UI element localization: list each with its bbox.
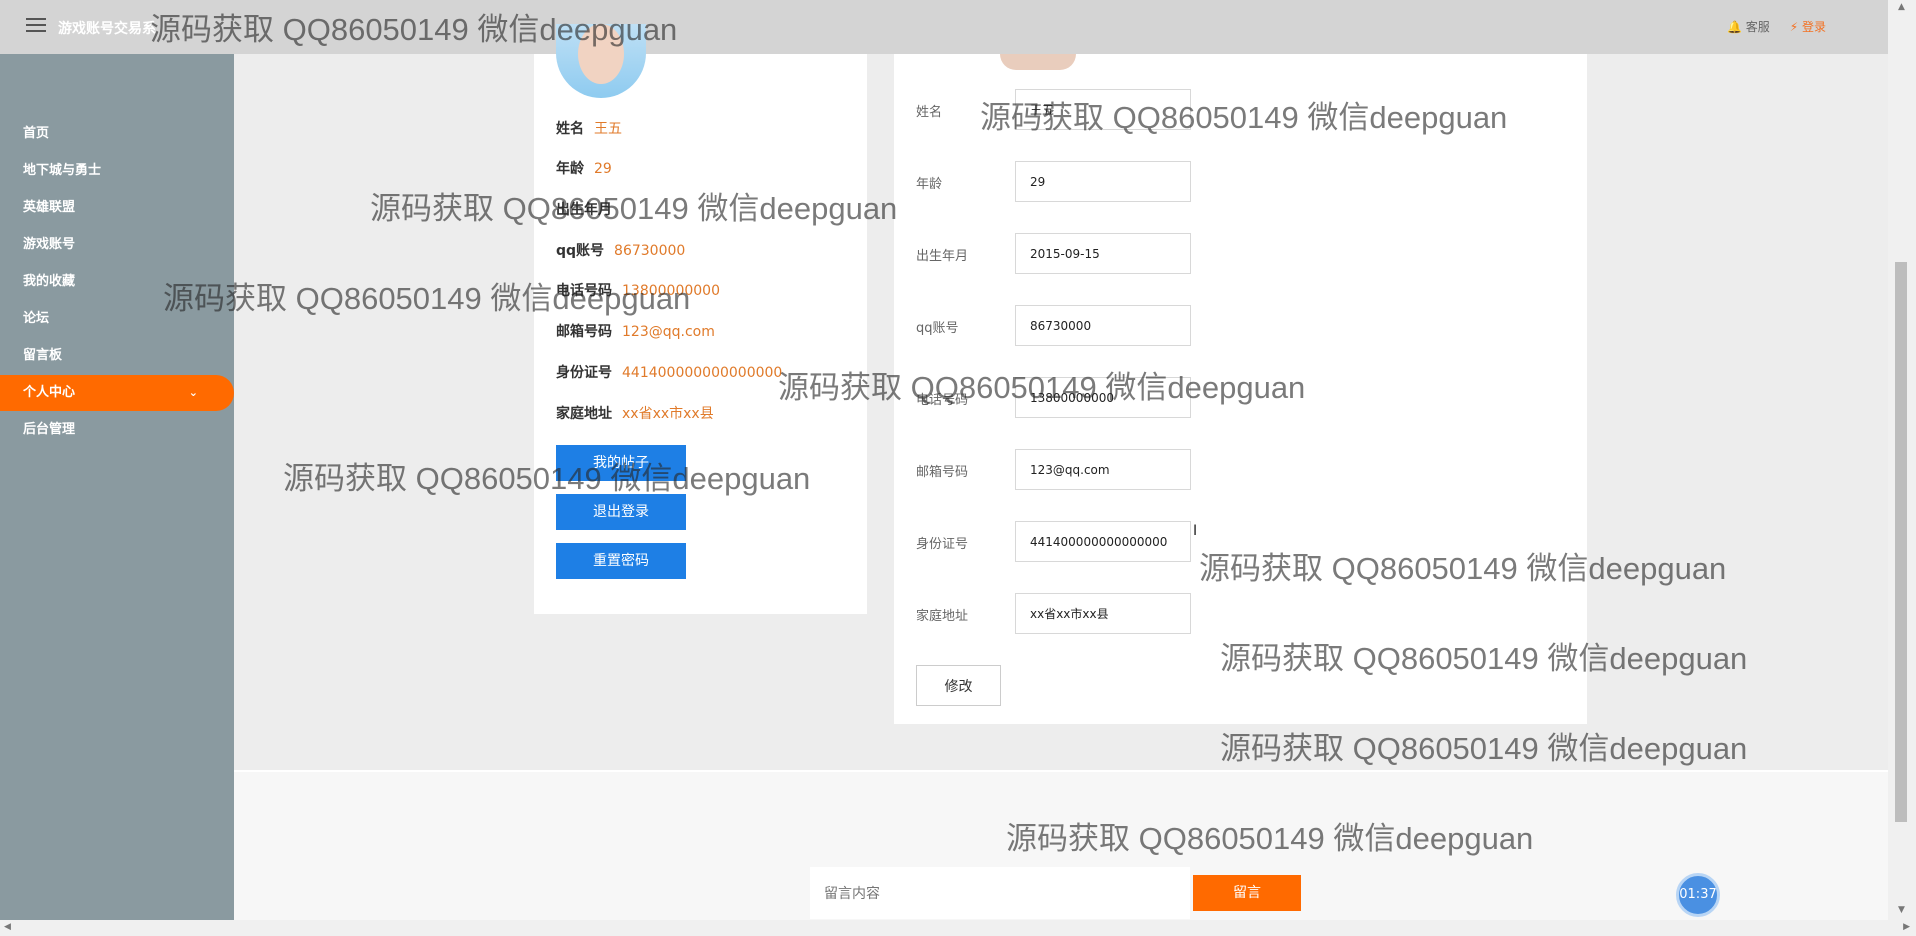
field-label: 邮箱号码 — [916, 465, 969, 480]
field-label: 身份证号 — [916, 537, 969, 552]
profile-row-name: 姓名 王五 — [556, 121, 622, 137]
top-header: 游戏账号交易系 🔔 客服 ⚡ 登录 — [0, 0, 1916, 54]
field-label: 年龄 — [916, 177, 943, 192]
name-field[interactable] — [1015, 89, 1191, 130]
avatar-edit — [1000, 54, 1076, 70]
modify-button[interactable]: 修改 — [916, 665, 1001, 706]
scroll-down-icon[interactable]: ▼ — [1898, 905, 1905, 915]
customer-service-link[interactable]: 🔔 客服 — [1727, 18, 1770, 35]
app-title: 游戏账号交易系 — [58, 21, 156, 37]
profile-row-address: 家庭地址 xx省xx市xx县 — [556, 406, 714, 422]
submit-message-button[interactable]: 留言 — [1193, 875, 1301, 911]
id-number-field[interactable] — [1015, 521, 1191, 562]
logout-button[interactable]: 退出登录 — [556, 494, 686, 530]
sidebar-item-forum[interactable]: 论坛 — [0, 301, 234, 337]
sidebar-item-label: 个人中心 — [23, 385, 76, 400]
birth-date-field[interactable] — [1015, 233, 1191, 274]
field-label: 电话号码 — [916, 393, 969, 408]
hamburger-menu-icon[interactable] — [26, 18, 46, 34]
scrollbar-thumb[interactable] — [1895, 262, 1907, 822]
watermark: 源码获取 QQ86050149 微信deepguan — [1220, 731, 1748, 766]
sidebar-item-dnf[interactable]: 地下城与勇士 — [0, 153, 234, 189]
horizontal-scrollbar[interactable]: ◀ ▶ — [0, 920, 1916, 936]
profile-row-birth: 出生年月 — [556, 202, 612, 218]
vertical-scrollbar[interactable]: ▲ ▼ — [1888, 0, 1916, 920]
sidebar-item-game-accounts[interactable]: 游戏账号 — [0, 227, 234, 263]
profile-row-phone: 电话号码 13800000000 — [556, 283, 720, 299]
field-label: 家庭地址 — [916, 609, 969, 624]
sidebar-item-message-board[interactable]: 留言板 — [0, 338, 234, 374]
address-field[interactable] — [1015, 593, 1191, 634]
age-field[interactable] — [1015, 161, 1191, 202]
scroll-up-icon[interactable]: ▲ — [1898, 2, 1905, 12]
sidebar-item-admin[interactable]: 后台管理 — [0, 412, 234, 448]
login-link[interactable]: ⚡ 登录 — [1790, 18, 1826, 35]
field-label: 出生年月 — [916, 249, 969, 264]
sidebar-item-home[interactable]: 首页 — [0, 116, 234, 152]
scroll-right-icon[interactable]: ▶ — [1903, 922, 1910, 932]
email-field[interactable] — [1015, 449, 1191, 490]
sidebar-item-lol[interactable]: 英雄联盟 — [0, 190, 234, 226]
profile-row-id: 身份证号 441400000000000000 — [556, 365, 783, 381]
profile-row-age: 年龄 29 — [556, 161, 612, 177]
my-posts-button[interactable]: 我的帖子 — [556, 445, 686, 481]
qq-field[interactable] — [1015, 305, 1191, 346]
sidebar-item-favorites[interactable]: 我的收藏 — [0, 264, 234, 300]
chevron-down-icon: ⌄ — [188, 386, 198, 399]
field-label: qq账号 — [916, 321, 959, 336]
profile-row-email: 邮箱号码 123@qq.com — [556, 324, 715, 340]
scroll-left-icon[interactable]: ◀ — [4, 922, 11, 932]
timer-badge[interactable]: 01:37 — [1676, 873, 1720, 917]
reset-password-button[interactable]: 重置密码 — [556, 543, 686, 579]
field-label: 姓名 — [916, 105, 943, 120]
message-input[interactable] — [810, 867, 1190, 919]
phone-field[interactable] — [1015, 377, 1191, 418]
profile-row-qq: qq账号 86730000 — [556, 243, 686, 259]
header-actions: 🔔 客服 ⚡ 登录 — [1727, 18, 1826, 35]
text-cursor-icon: I — [1193, 523, 1198, 539]
sidebar-item-personal-center[interactable]: 个人中心 ⌄ — [0, 375, 234, 411]
